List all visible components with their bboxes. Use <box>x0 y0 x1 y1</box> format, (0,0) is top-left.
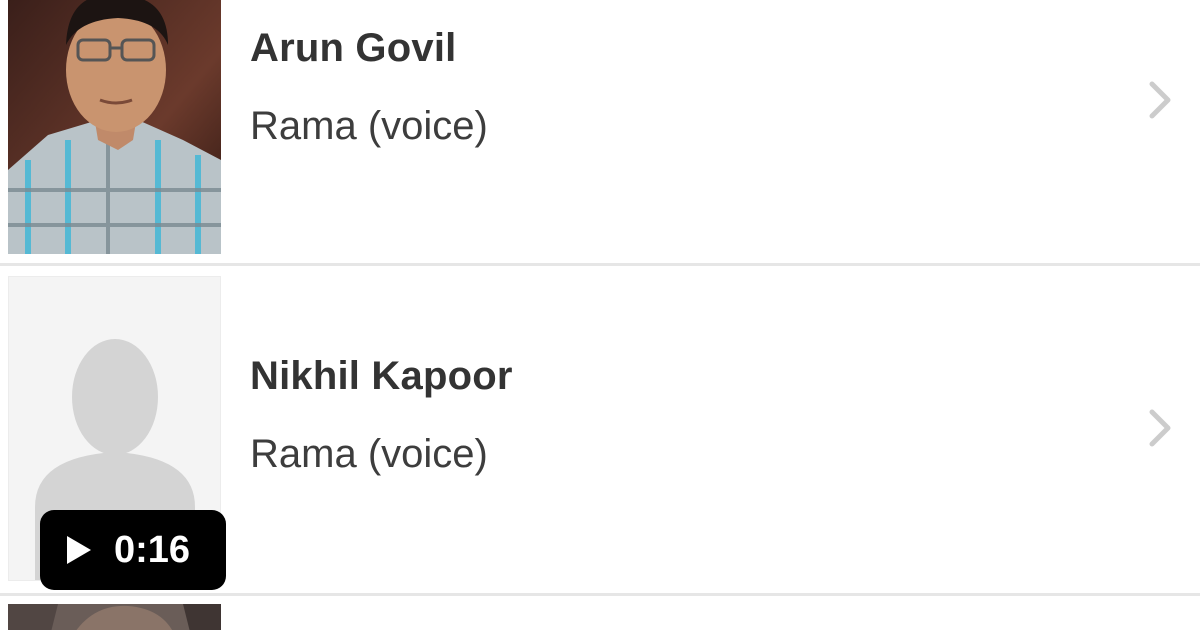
actor-photo-image <box>8 0 221 254</box>
cast-list-item[interactable]: Arun Govil Rama (voice) <box>0 0 1200 262</box>
actor-photo-partial <box>8 604 221 630</box>
actor-photo <box>8 0 221 254</box>
play-icon <box>67 536 91 564</box>
video-duration: 0:16 <box>114 529 191 571</box>
video-duration-badge[interactable]: 0:16 <box>40 510 226 590</box>
actor-photo-image <box>8 604 221 630</box>
cast-list-item[interactable] <box>0 598 1200 630</box>
cast-name: Arun Govil <box>250 26 457 70</box>
cast-role: Rama (voice) <box>250 104 488 148</box>
list-divider <box>0 263 1200 266</box>
chevron-right-icon <box>1149 81 1171 119</box>
cast-name: Nikhil Kapoor <box>250 354 513 398</box>
list-divider <box>0 593 1200 596</box>
cast-role: Rama (voice) <box>250 432 488 476</box>
chevron-right-icon <box>1149 409 1171 447</box>
cast-list: Arun Govil Rama (voice) Nikhil Kapoor Ra… <box>0 0 1200 630</box>
